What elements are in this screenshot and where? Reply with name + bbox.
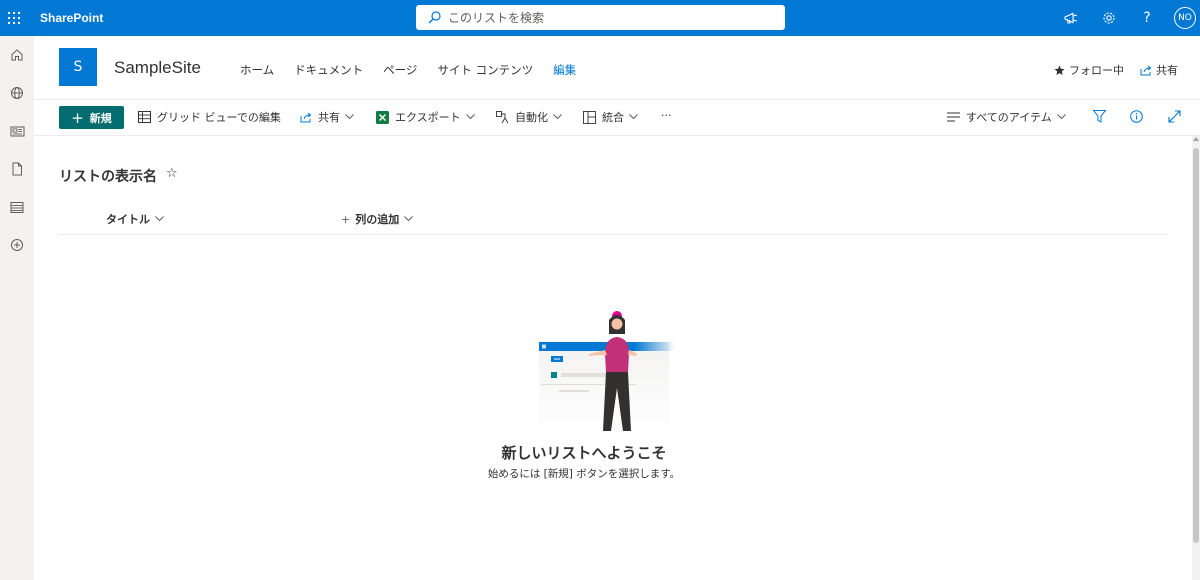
automate-icon — [496, 110, 509, 124]
filter-icon[interactable] — [1093, 110, 1106, 123]
grid-edit-label: グリッド ビューでの編集 — [157, 111, 281, 124]
follow-label: フォロー中 — [1069, 64, 1124, 77]
column-header-title[interactable]: タイトル — [106, 211, 164, 227]
expand-icon[interactable] — [1168, 110, 1181, 123]
plus-icon: + — [341, 212, 351, 226]
view-label: すべてのアイテム — [966, 111, 1052, 124]
scroll-up-icon[interactable] — [1192, 136, 1200, 146]
empty-state-subtitle: 始めるには [新規] ボタンを選択します。 — [487, 468, 681, 480]
automate-label: 自動化 — [515, 111, 548, 124]
view-selector[interactable]: すべてのアイテム — [947, 109, 1066, 125]
vertical-scrollbar[interactable] — [1192, 136, 1200, 580]
scroll-thumb[interactable] — [1193, 148, 1199, 543]
home-icon[interactable] — [0, 36, 34, 74]
export-command[interactable]: エクスポート — [376, 109, 475, 125]
left-app-bar — [0, 36, 34, 580]
chevron-down-icon — [404, 216, 414, 222]
integrate-icon — [583, 110, 596, 124]
more-icon: ··· — [661, 109, 672, 122]
help-icon[interactable]: ? — [1128, 0, 1166, 36]
site-share-label: 共有 — [1156, 64, 1178, 77]
grid-edit-button[interactable]: グリッド ビューでの編集 — [138, 109, 281, 125]
chevron-down-icon — [629, 114, 638, 120]
site-navigation: ホーム ドキュメント ページ サイト コンテンツ 編集 — [240, 62, 596, 78]
star-filled-icon — [1054, 65, 1065, 76]
create-icon[interactable] — [0, 226, 34, 264]
column-title-label: タイトル — [106, 213, 150, 226]
search-input[interactable]: このリストを検索 — [448, 9, 544, 26]
search-box[interactable]: このリストを検索 — [416, 5, 785, 30]
site-share-button[interactable]: 共有 — [1140, 62, 1178, 78]
news-icon[interactable] — [0, 112, 34, 150]
favorite-star-icon[interactable]: ☆ — [166, 166, 178, 181]
new-button-label: 新規 — [89, 111, 112, 125]
share-icon — [300, 112, 312, 123]
chevron-down-icon — [1056, 114, 1066, 120]
chevron-down-icon — [465, 114, 475, 120]
share-command-label: 共有 — [318, 111, 340, 124]
empty-list-illustration — [539, 306, 679, 436]
lists-icon[interactable] — [0, 188, 34, 226]
suite-bar: SharePoint このリストを検索 ? NO — [0, 0, 1200, 36]
site-logo[interactable]: S — [59, 48, 97, 86]
nav-link-home[interactable]: ホーム — [240, 62, 274, 78]
share-icon — [1140, 65, 1152, 76]
help-glyph: ? — [1143, 10, 1151, 26]
grid-icon — [138, 111, 151, 123]
follow-button[interactable]: フォロー中 — [1054, 62, 1124, 78]
gear-icon[interactable] — [1090, 0, 1128, 36]
nav-link-site-contents[interactable]: サイト コンテンツ — [437, 62, 533, 78]
main-canvas: S SampleSite ホーム ドキュメント ページ サイト コンテンツ 編集… — [34, 36, 1200, 580]
site-title[interactable]: SampleSite — [114, 58, 201, 78]
nav-link-documents[interactable]: ドキュメント — [294, 62, 363, 78]
export-label: エクスポート — [395, 111, 461, 124]
chevron-down-icon — [155, 216, 164, 222]
excel-icon — [376, 110, 389, 124]
search-icon — [428, 11, 441, 24]
globe-icon[interactable] — [0, 74, 34, 112]
nav-link-edit[interactable]: 編集 — [553, 62, 576, 78]
integrate-label: 統合 — [602, 111, 624, 124]
nav-link-pages[interactable]: ページ — [383, 62, 417, 78]
document-icon[interactable] — [0, 150, 34, 188]
header-divider — [59, 234, 1168, 235]
new-button[interactable]: + 新規 — [59, 106, 124, 129]
add-column-label: 列の追加 — [355, 213, 400, 226]
avatar[interactable]: NO — [1174, 7, 1196, 29]
chevron-down-icon — [553, 114, 562, 120]
command-bar: + 新規 グリッド ビューでの編集 共有 エクスポート 自動化 統合 ··· す… — [34, 100, 1200, 136]
integrate-command[interactable]: 統合 — [583, 109, 638, 125]
plus-icon: + — [71, 108, 84, 127]
info-icon[interactable] — [1130, 110, 1143, 123]
more-commands-button[interactable]: ··· — [661, 109, 672, 122]
megaphone-icon[interactable] — [1052, 0, 1090, 36]
empty-state-title: 新しいリストへようこそ — [501, 444, 667, 462]
chevron-down-icon — [345, 114, 354, 120]
list-view-icon — [947, 112, 960, 122]
app-brand[interactable]: SharePoint — [40, 11, 103, 25]
add-column-button[interactable]: + 列の追加 — [341, 211, 414, 227]
list-title[interactable]: リストの表示名 — [59, 166, 157, 186]
share-command[interactable]: 共有 — [300, 109, 354, 125]
site-header: S SampleSite ホーム ドキュメント ページ サイト コンテンツ 編集… — [34, 36, 1200, 100]
automate-command[interactable]: 自動化 — [496, 109, 562, 125]
app-launcher-icon[interactable] — [0, 0, 28, 36]
